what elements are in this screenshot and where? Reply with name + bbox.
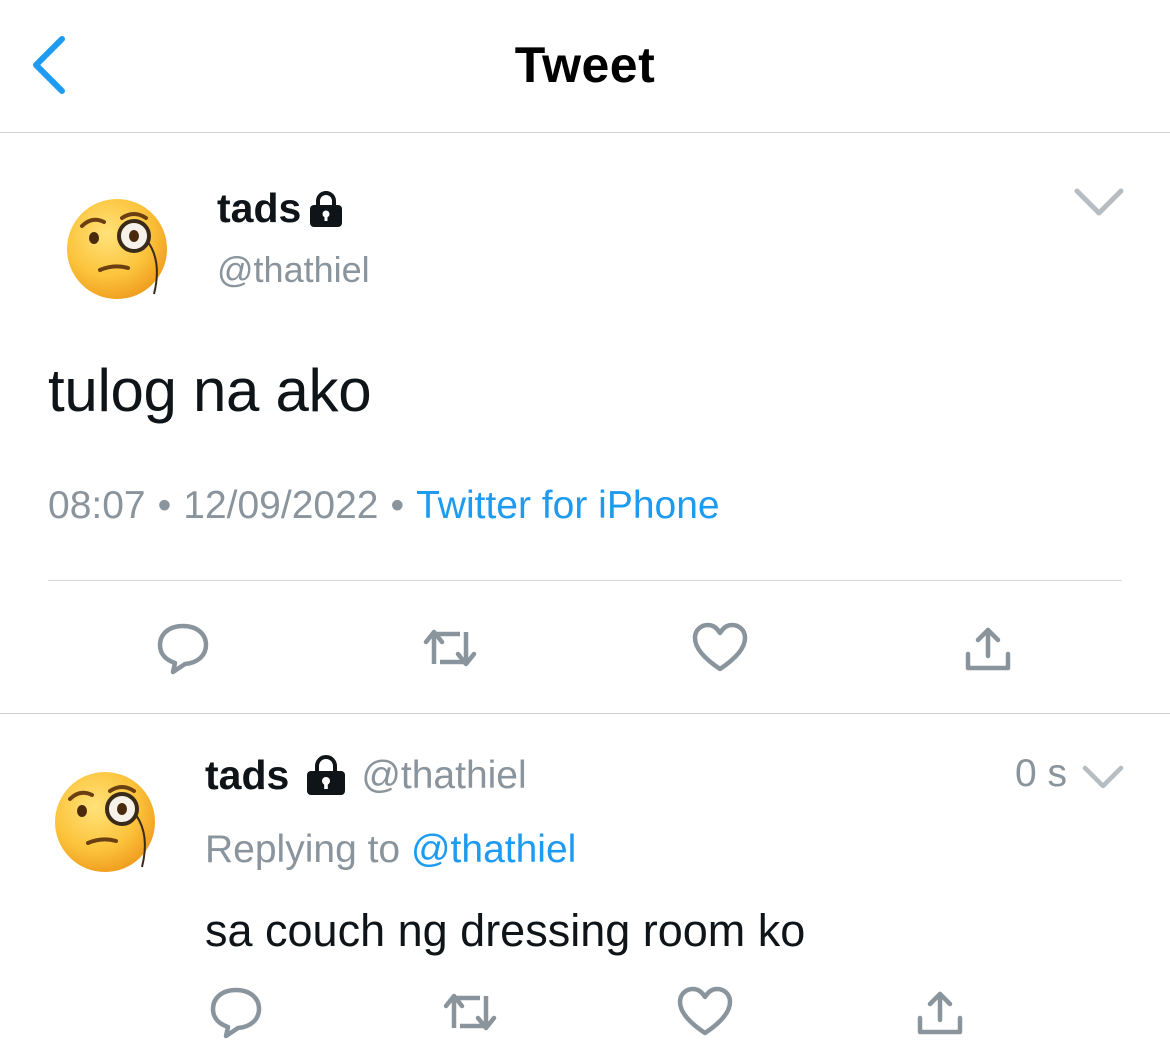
retweet-button[interactable] [418,616,482,680]
replying-to-line: Replying to @thathiel [205,828,576,872]
divider [48,580,1122,581]
reply-text: sa couch ng dressing room ko [205,905,806,956]
like-icon [692,622,748,672]
separator-dot: • [157,484,172,527]
avatar[interactable] [50,765,160,875]
page-title: Tweet [514,37,656,93]
reply-icon [157,623,209,675]
divider [0,713,1170,714]
lock-icon [307,754,346,795]
reply-button[interactable] [204,980,268,1044]
replying-to-label: Replying to [205,828,401,871]
share-icon [965,627,1011,671]
reply-options-button[interactable] [1078,755,1128,799]
chevron-down-icon [1082,765,1124,789]
share-icon [917,991,963,1035]
share-button[interactable] [908,980,972,1044]
reply-author-handle[interactable]: @thathiel [361,754,526,798]
separator-dot: • [390,484,405,527]
reply-header: tads @thathiel [205,752,527,799]
tweet-source-link[interactable]: Twitter for iPhone [416,484,719,527]
face-with-monocle-emoji [67,199,167,299]
replying-to-mention[interactable]: @thathiel [411,828,576,871]
chevron-down-icon [1074,188,1124,216]
face-with-monocle-emoji [55,772,155,872]
like-button[interactable] [673,980,737,1044]
tweet-detail-screen: Tweet tads @thathiel tulog na ako 08:07 … [0,0,1170,1059]
author-handle[interactable]: @thathiel [217,249,370,291]
retweet-button[interactable] [438,980,502,1044]
avatar[interactable] [62,192,172,302]
tweet-metadata: 08:07 • 12/09/2022 • Twitter for iPhone [48,484,720,528]
lock-icon [310,190,343,227]
tweet-date: 12/09/2022 [183,484,379,527]
reply-author-name[interactable]: tads [205,752,289,799]
author-name[interactable]: tads [217,185,345,232]
retweet-icon [423,629,477,667]
share-button[interactable] [956,616,1020,680]
reply-timestamp: 0 s [1015,752,1068,795]
author-name-label: tads [217,185,302,231]
retweet-icon [443,993,497,1031]
like-button[interactable] [688,616,752,680]
tweet-options-button[interactable] [1068,178,1130,226]
tweet-text: tulog na ako [48,357,372,424]
like-icon [677,986,733,1036]
reply-button[interactable] [151,616,215,680]
navigation-bar: Tweet [0,0,1170,133]
tweet-time: 08:07 [48,484,146,527]
reply-icon [210,987,262,1039]
